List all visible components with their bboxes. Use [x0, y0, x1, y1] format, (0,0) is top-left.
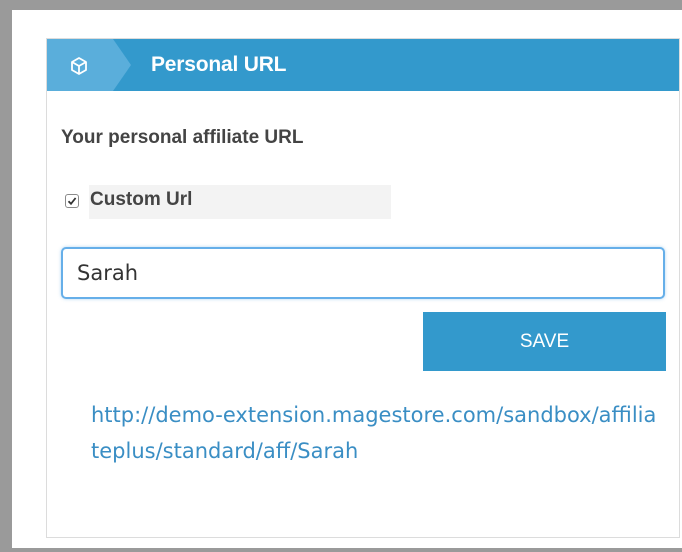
- custom-url-row[interactable]: Custom Url: [61, 185, 391, 219]
- header-arrow: [113, 39, 131, 91]
- panel-title: Personal URL: [151, 53, 287, 76]
- custom-url-label: Custom Url: [90, 189, 193, 210]
- custom-url-checkbox[interactable]: [65, 194, 79, 208]
- personal-url-panel: Personal URL Your personal affiliate URL…: [46, 38, 680, 538]
- cube-icon: [71, 57, 87, 75]
- window-frame: Personal URL Your personal affiliate URL…: [0, 0, 682, 552]
- affiliate-url-link[interactable]: http://demo-extension.magestore.com/sand…: [91, 397, 661, 469]
- checkmark-icon: [67, 197, 77, 206]
- header-icon-box: [47, 39, 113, 91]
- affiliate-url-heading: Your personal affiliate URL: [61, 127, 304, 148]
- custom-url-input[interactable]: [61, 247, 665, 299]
- save-button[interactable]: SAVE: [423, 312, 666, 371]
- panel-header: Personal URL: [47, 39, 679, 91]
